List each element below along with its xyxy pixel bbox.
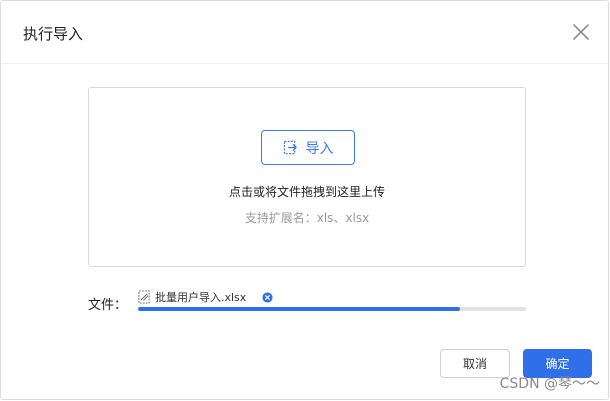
upload-dropzone[interactable]: 导入 点击或将文件拖拽到这里上传 支持扩展名：xls、xlsx: [88, 87, 526, 267]
import-button-label: 导入: [305, 140, 334, 157]
file-attachment-icon: [138, 290, 150, 304]
upload-progress-fill: [138, 307, 461, 311]
import-file-icon: [283, 140, 297, 155]
dialog-title: 执行导入: [23, 25, 84, 43]
import-button[interactable]: 导入: [261, 130, 355, 165]
extension-hint-text: 支持扩展名：xls、xlsx: [244, 211, 370, 225]
file-label: 文件：: [88, 298, 128, 313]
screen: 执行导入 导入 点击或将文件拖拽到这里上传 支持扩展名：xls、xlsx 文件：: [0, 0, 610, 401]
drop-hint-text: 点击或将文件拖拽到这里上传: [228, 185, 385, 199]
header-divider: [1, 63, 608, 64]
close-icon: [573, 24, 589, 40]
watermark-text: CSDN @琴～～: [499, 376, 600, 392]
remove-circle-icon[interactable]: [262, 291, 273, 303]
file-name: 批量用户导入.xlsx: [155, 291, 247, 304]
close-button[interactable]: [570, 21, 592, 43]
import-dialog: 执行导入 导入 点击或将文件拖拽到这里上传 支持扩展名：xls、xlsx 文件：: [0, 0, 609, 400]
upload-progress-bar: [138, 307, 526, 311]
uploaded-file-item: 批量用户导入.xlsx: [138, 289, 273, 305]
